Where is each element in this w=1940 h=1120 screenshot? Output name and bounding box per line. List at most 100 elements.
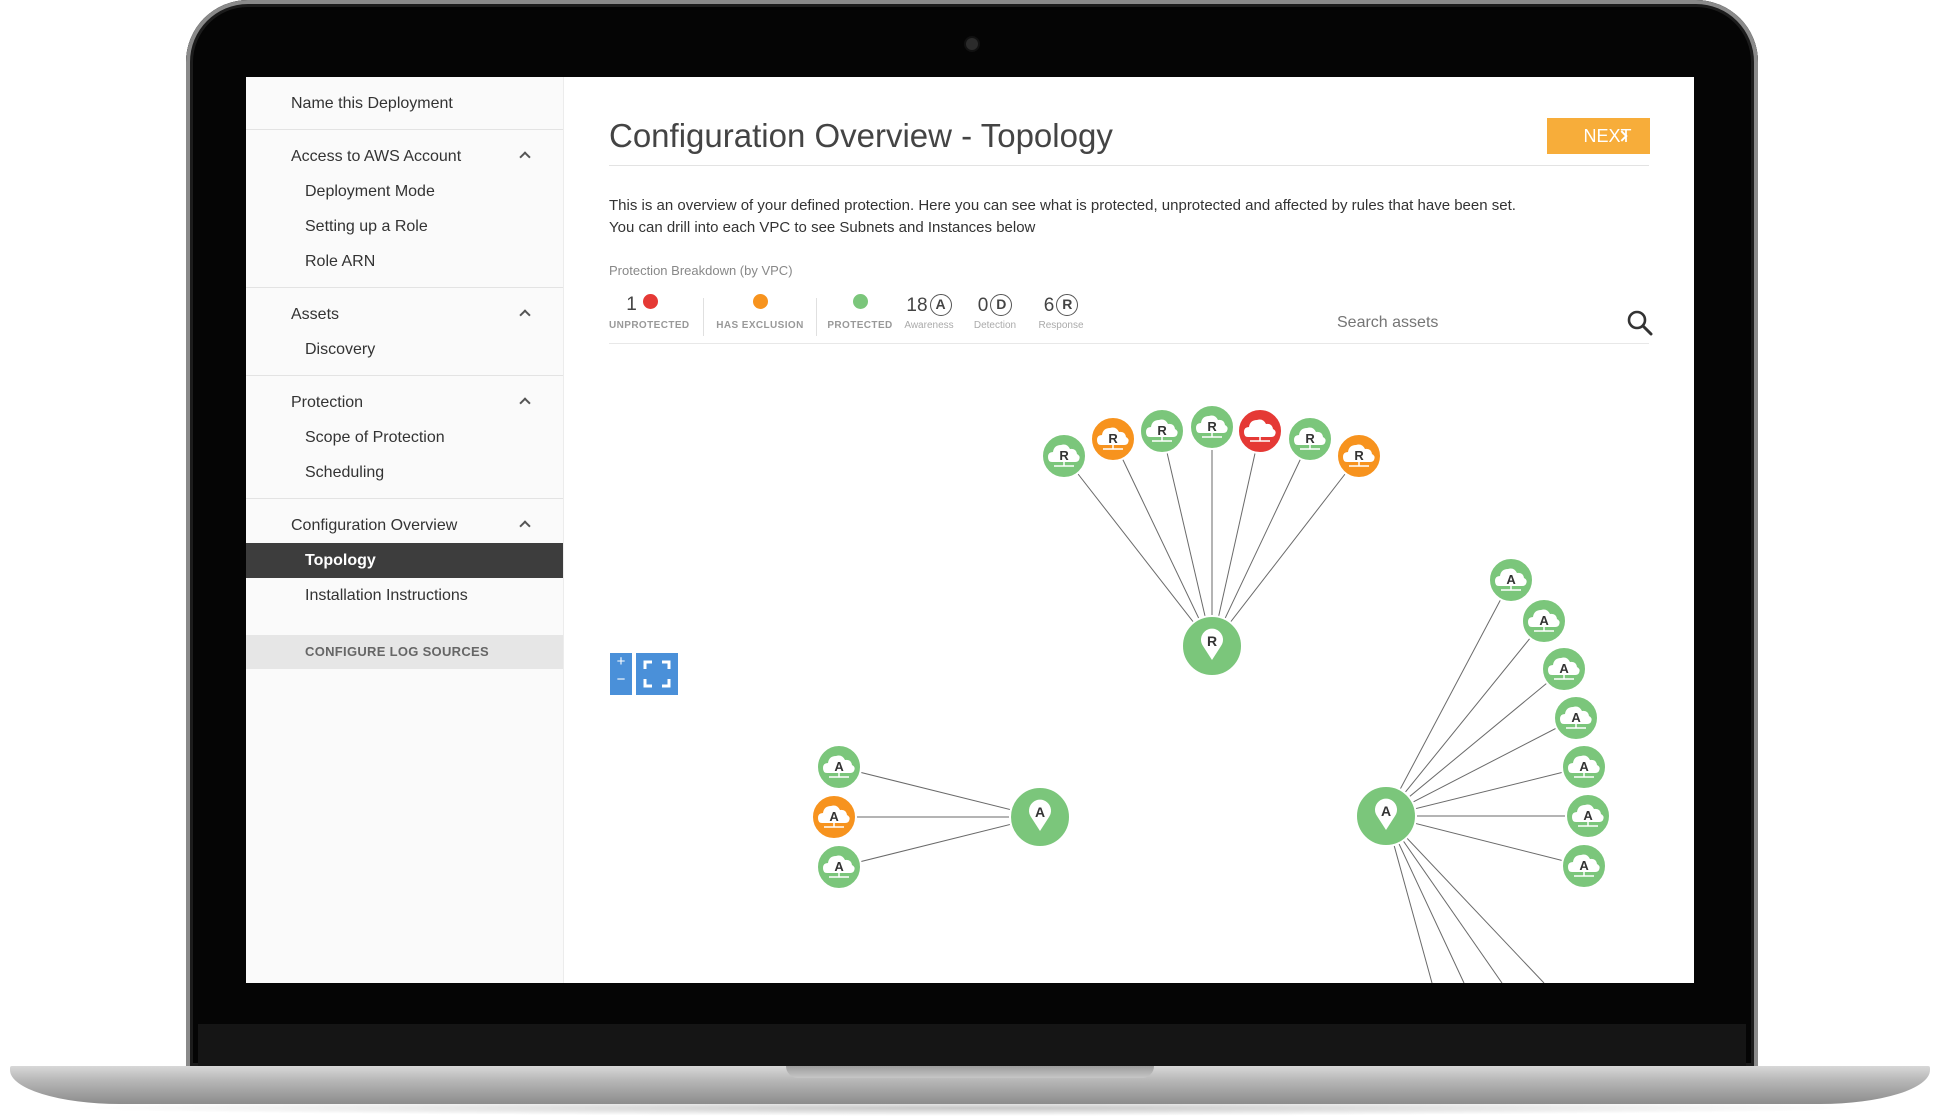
topology-node-protected[interactable]: A	[1565, 793, 1611, 839]
node-letter: R	[1059, 448, 1069, 463]
stat-count: 6	[1043, 295, 1055, 316]
topology-edge	[1161, 430, 1213, 647]
topology-hub-hub-top[interactable]: R	[1181, 615, 1243, 677]
stat-label: Detection	[973, 320, 1017, 331]
sidebar-heading-label: Access to AWS Account	[291, 148, 462, 165]
stat-protected[interactable]: PROTECTED	[827, 294, 893, 331]
fullscreen-icon	[643, 660, 671, 688]
sidebar-item-setting-up-role[interactable]: Setting up a Role	[246, 209, 563, 244]
topology-edge	[1211, 455, 1360, 647]
configure-log-sources-button[interactable]: CONFIGURE LOG SOURCES	[246, 635, 563, 669]
sidebar-item-topology[interactable]: Topology	[246, 543, 563, 578]
description-line: This is an overview of your defined prot…	[609, 197, 1516, 214]
description-line: You can drill into each VPC to see Subne…	[609, 219, 1036, 236]
topology-edge	[1385, 579, 1512, 817]
topology-edge	[1112, 438, 1213, 647]
sidebar-heading-protection[interactable]: Protection	[246, 386, 563, 420]
stat-count: 1	[626, 294, 637, 315]
node-letter: R	[1108, 431, 1118, 446]
sidebar-heading-label: Protection	[291, 394, 364, 411]
stats-divider	[609, 343, 1649, 344]
next-button[interactable]: NEXT	[1547, 118, 1650, 154]
sidebar-item-name-deployment[interactable]: Name this Deployment	[246, 87, 563, 121]
node-letter: R	[1207, 633, 1217, 649]
laptop-notch	[786, 1066, 1154, 1078]
topology-edge	[1211, 430, 1261, 647]
response-badge-icon: R	[1056, 294, 1079, 316]
sidebar-item-role-arn[interactable]: Role ARN	[246, 244, 563, 279]
search-assets-input[interactable]	[1337, 314, 1537, 332]
topology-node-protected[interactable]: A	[1553, 695, 1599, 741]
chevron-up-icon[interactable]	[519, 520, 531, 532]
sidebar-item-deployment-mode[interactable]: Deployment Mode	[246, 174, 563, 209]
stat-count: 18	[906, 295, 928, 316]
node-letter: A	[834, 859, 844, 874]
sidebar-item-discovery[interactable]: Discovery	[246, 332, 563, 367]
sidebar-heading-assets[interactable]: Assets	[246, 298, 563, 332]
sidebar-item-installation-instructions[interactable]: Installation Instructions	[246, 578, 563, 613]
stat-divider	[703, 298, 704, 336]
topology-hub-hub-right[interactable]: A	[1355, 785, 1417, 847]
search-icon[interactable]	[1626, 309, 1654, 337]
stat-detection[interactable]: 0D Detection	[967, 294, 1023, 331]
topology-node-protected[interactable]: R	[1139, 408, 1185, 454]
topology-edge	[1063, 455, 1213, 647]
protection-breakdown-label: Protection Breakdown (by VPC)	[609, 263, 793, 278]
sidebar: Name this Deployment Access to AWS Accou…	[246, 77, 564, 983]
zoom-control[interactable]: + −	[610, 653, 632, 695]
stat-response[interactable]: 6R Response	[1033, 294, 1089, 331]
topology-node-unprotected[interactable]	[1237, 408, 1283, 454]
topology-node-protected[interactable]: A	[1488, 557, 1534, 603]
topology-node-protected[interactable]: R	[1189, 404, 1235, 450]
topology-node-protected[interactable]: A	[1541, 646, 1587, 692]
sidebar-section-deployment: Name this Deployment	[246, 77, 563, 130]
sidebar-heading-aws-access[interactable]: Access to AWS Account	[246, 140, 563, 174]
sidebar-heading-config-overview[interactable]: Configuration Overview	[246, 509, 563, 543]
stat-divider	[816, 298, 817, 336]
stat-count: 0	[977, 295, 989, 316]
node-letter: R	[1305, 431, 1315, 446]
chevron-up-icon[interactable]	[519, 309, 531, 321]
node-letter: A	[829, 809, 839, 824]
topology-edge	[838, 766, 1041, 818]
topology-node-protected[interactable]: A	[1561, 744, 1607, 790]
zoom-out-button[interactable]: −	[610, 671, 632, 689]
sidebar-heading-label: Configuration Overview	[291, 517, 458, 534]
status-dot-green-icon	[852, 294, 868, 309]
status-dot-orange-icon	[752, 294, 768, 309]
topology-edge	[1385, 717, 1577, 817]
sidebar-item-scope-of-protection[interactable]: Scope of Protection	[246, 420, 563, 455]
topology-node-protected[interactable]: A	[816, 744, 862, 790]
chevron-up-icon[interactable]	[519, 151, 531, 163]
topology-node-has-exclusion[interactable]: R	[1090, 416, 1136, 462]
status-dot-red-icon	[642, 294, 658, 309]
stat-label: Response	[1038, 320, 1084, 331]
topology-node-protected[interactable]: A	[1561, 843, 1607, 889]
topology-node-has-exclusion[interactable]: A	[811, 794, 857, 840]
topology-node-protected[interactable]: R	[1041, 433, 1087, 479]
sidebar-item-scheduling[interactable]: Scheduling	[246, 455, 563, 490]
topology-edge	[1385, 815, 1545, 983]
node-letter: R	[1354, 448, 1364, 463]
chevron-up-icon[interactable]	[519, 397, 531, 409]
topology-node-protected[interactable]: A	[1521, 598, 1567, 644]
stat-has-exclusion[interactable]: HAS EXCLUSION	[715, 294, 805, 331]
node-letter: A	[1583, 808, 1593, 823]
zoom-in-button[interactable]: +	[610, 653, 632, 671]
stat-awareness[interactable]: 18 A Awareness	[901, 294, 957, 331]
fullscreen-button[interactable]	[636, 653, 678, 695]
stat-label: UNPROTECTED	[609, 320, 690, 331]
title-divider	[609, 165, 1649, 166]
topology-node-protected[interactable]: R	[1287, 416, 1333, 462]
node-letter: R	[1157, 423, 1167, 438]
detection-badge-icon: D	[990, 294, 1013, 316]
sidebar-section-protection: Protection Scope of Protection Schedulin…	[246, 376, 563, 499]
topology-hub-hub-left[interactable]: A	[1009, 786, 1071, 848]
topology-edge	[1385, 668, 1565, 817]
stat-label: PROTECTED	[827, 320, 893, 331]
awareness-badge-icon: A	[929, 294, 952, 316]
laptop-bezel-chin	[198, 1024, 1746, 1068]
topology-node-protected[interactable]: A	[816, 844, 862, 890]
stat-unprotected[interactable]: 1 UNPROTECTED	[609, 294, 690, 331]
topology-node-has-exclusion[interactable]: R	[1336, 433, 1382, 479]
